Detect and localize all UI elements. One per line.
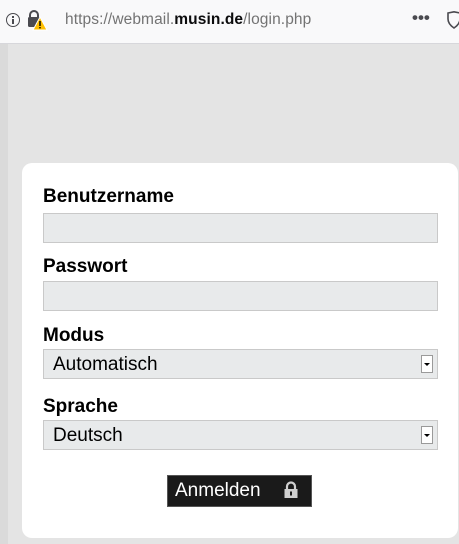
login-button[interactable]: Anmelden [167,475,312,507]
language-select[interactable]: Deutsch [43,420,438,450]
url-host: musin.de [174,11,244,28]
chevron-down-icon[interactable] [421,426,433,444]
url-prefix: https://webmail. [65,11,175,28]
language-label: Sprache [43,396,118,417]
password-input[interactable] [43,281,438,311]
username-input[interactable] [43,213,438,243]
password-label: Passwort [43,256,128,277]
login-button-label: Anmelden [175,480,261,501]
language-select-value: Deutsch [53,425,123,446]
username-label: Benutzername [43,186,174,207]
info-icon[interactable] [6,13,20,27]
shield-icon[interactable] [447,11,459,29]
browser-url-bar[interactable]: https://webmail.musin.de/login.php ••• [0,0,459,44]
mode-select-value: Automatisch [53,354,158,375]
more-icon[interactable]: ••• [412,8,430,28]
mode-label: Modus [43,325,105,346]
padlock-icon [284,481,298,498]
url-path: /login.php [243,11,312,28]
insecure-lock-warning-icon[interactable] [26,9,48,31]
page-edge [0,44,8,544]
chevron-down-icon[interactable] [421,355,433,373]
mode-select[interactable]: Automatisch [43,349,438,379]
url-text[interactable]: https://webmail.musin.de/login.php [65,11,311,29]
